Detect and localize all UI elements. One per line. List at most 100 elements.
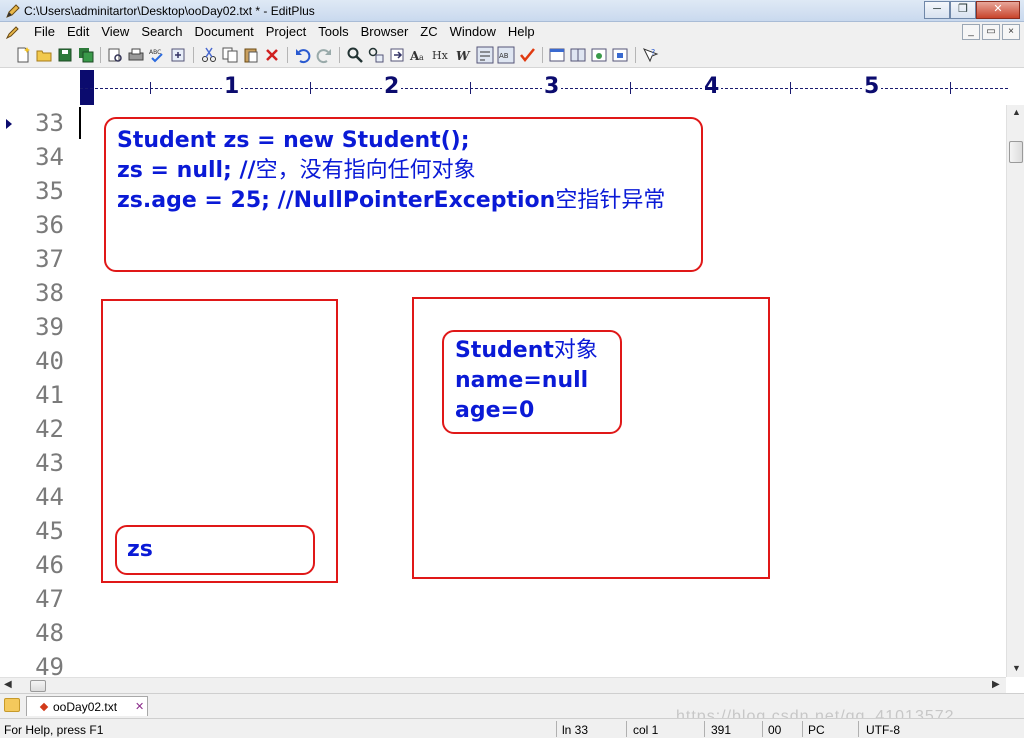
restore-button[interactable]: ❐ bbox=[950, 1, 976, 19]
open-folder-icon[interactable] bbox=[35, 46, 53, 64]
object-box: Student对象 name=null age=0 bbox=[442, 330, 622, 434]
scroll-down-icon[interactable]: ▼ bbox=[1012, 663, 1021, 673]
find-icon[interactable] bbox=[346, 46, 364, 64]
line-number: 46 bbox=[35, 551, 64, 579]
ruler-gutter bbox=[0, 70, 80, 105]
menu-file[interactable]: File bbox=[28, 24, 61, 40]
font-icon[interactable]: Aa bbox=[409, 46, 427, 64]
window-icon[interactable] bbox=[548, 46, 566, 64]
minimize-button[interactable]: ─ bbox=[924, 1, 950, 19]
ruler-number: 2 bbox=[382, 74, 402, 99]
spell-check-icon[interactable]: ABC bbox=[148, 46, 166, 64]
document-tab-label: ooDay02.txt bbox=[53, 700, 118, 714]
status-code: 00 bbox=[768, 723, 782, 737]
folder-icon[interactable] bbox=[4, 698, 20, 712]
document-pencil-icon[interactable] bbox=[5, 25, 20, 40]
horizontal-scrollbar[interactable]: ◀ ▶ bbox=[0, 677, 1006, 693]
menu-tools[interactable]: Tools bbox=[312, 24, 354, 40]
menu-view[interactable]: View bbox=[95, 24, 135, 40]
ruler-number: 4 bbox=[702, 74, 722, 99]
ruler-number: 1 bbox=[222, 74, 242, 99]
menu-search[interactable]: Search bbox=[135, 24, 188, 40]
horizontal-scroll-thumb[interactable] bbox=[30, 680, 46, 692]
status-bar: For Help, press F1 ln 33 col 1 391 00 PC… bbox=[0, 718, 1024, 738]
ruler: 1 2 3 4 5 bbox=[80, 70, 1008, 105]
scroll-up-icon[interactable]: ▲ bbox=[1012, 107, 1021, 117]
status-help: For Help, press F1 bbox=[4, 723, 104, 737]
new-file-icon[interactable] bbox=[14, 46, 32, 64]
menu-help[interactable]: Help bbox=[502, 24, 541, 40]
status-separator bbox=[802, 721, 803, 737]
document-restore-button[interactable]: ▭ bbox=[982, 24, 1000, 40]
line-number: 40 bbox=[35, 347, 64, 375]
ruler-tick bbox=[150, 82, 151, 94]
svg-text:a: a bbox=[419, 53, 424, 62]
close-button[interactable]: ✕ bbox=[976, 1, 1020, 19]
status-char-count: 391 bbox=[711, 723, 732, 737]
vertical-scrollbar[interactable]: ▲ ▼ bbox=[1006, 105, 1024, 677]
ruler-tick bbox=[630, 82, 631, 94]
fullscreen-icon[interactable] bbox=[611, 46, 629, 64]
replace-icon[interactable] bbox=[367, 46, 385, 64]
title-bar: C:\Users\adminitartor\Desktop\ooDay02.tx… bbox=[0, 0, 1024, 22]
object-label: 对象 bbox=[553, 338, 598, 363]
line-number: 41 bbox=[35, 381, 64, 409]
abc-icon[interactable] bbox=[169, 46, 187, 64]
ruler-tick bbox=[470, 82, 471, 94]
print-icon[interactable] bbox=[127, 46, 145, 64]
save-all-icon[interactable] bbox=[77, 46, 95, 64]
split-icon[interactable] bbox=[569, 46, 587, 64]
cut-icon[interactable] bbox=[200, 46, 218, 64]
line-number: 42 bbox=[35, 415, 64, 443]
ruler-icon[interactable]: AB bbox=[497, 46, 515, 64]
word-wrap-icon[interactable] bbox=[476, 46, 494, 64]
svg-text:ABC: ABC bbox=[149, 49, 161, 56]
hex-icon[interactable]: Hx bbox=[432, 46, 450, 64]
status-separator bbox=[858, 721, 859, 737]
status-separator bbox=[762, 721, 763, 737]
scroll-left-icon[interactable]: ◀ bbox=[4, 679, 12, 690]
goto-icon[interactable] bbox=[388, 46, 406, 64]
toolbar-separator bbox=[100, 47, 101, 63]
toolbar-separator bbox=[287, 47, 288, 63]
toolbar-separator bbox=[193, 47, 194, 63]
delete-icon[interactable] bbox=[263, 46, 281, 64]
document-minimize-button[interactable]: _ bbox=[962, 24, 980, 40]
menu-document[interactable]: Document bbox=[189, 24, 260, 40]
editor-area[interactable]: 33 34 35 36 37 38 39 40 41 42 43 44 45 4… bbox=[0, 105, 1006, 677]
save-icon[interactable] bbox=[56, 46, 74, 64]
paste-icon[interactable] bbox=[242, 46, 260, 64]
window-controls: ─ ❐ ✕ bbox=[924, 1, 1020, 19]
menu-window[interactable]: Window bbox=[444, 24, 502, 40]
vertical-scroll-thumb[interactable] bbox=[1009, 141, 1023, 163]
status-separator bbox=[556, 721, 557, 737]
print-preview-icon[interactable] bbox=[106, 46, 124, 64]
redo-icon[interactable] bbox=[315, 46, 333, 64]
line-number: 33 bbox=[35, 109, 64, 137]
code-line: Student zs = new Student(); bbox=[117, 126, 665, 156]
object-field: age=0 bbox=[455, 398, 535, 423]
toolbar-separator bbox=[635, 47, 636, 63]
line-number: 43 bbox=[35, 449, 64, 477]
document-window-controls: _ ▭ × bbox=[960, 24, 1020, 40]
svg-text:Hx: Hx bbox=[432, 49, 449, 62]
line-number: 36 bbox=[35, 211, 64, 239]
document-close-button[interactable]: × bbox=[1002, 24, 1020, 40]
browser-icon[interactable] bbox=[590, 46, 608, 64]
menu-zc[interactable]: ZC bbox=[414, 24, 443, 40]
ruler-tick bbox=[790, 82, 791, 94]
copy-icon[interactable] bbox=[221, 46, 239, 64]
check-icon[interactable] bbox=[518, 46, 536, 64]
undo-icon[interactable] bbox=[294, 46, 312, 64]
word-icon[interactable]: W bbox=[455, 46, 473, 64]
help-icon[interactable]: ? bbox=[641, 46, 659, 64]
menu-edit[interactable]: Edit bbox=[61, 24, 95, 40]
text-caret bbox=[79, 107, 81, 139]
scroll-right-icon[interactable]: ▶ bbox=[992, 679, 1000, 690]
tab-close-icon[interactable]: ✕ bbox=[135, 700, 144, 713]
menu-browser[interactable]: Browser bbox=[355, 24, 415, 40]
ruler-number: 3 bbox=[542, 74, 562, 99]
heap-box: Student对象 name=null age=0 bbox=[412, 297, 770, 579]
menu-project[interactable]: Project bbox=[260, 24, 312, 40]
document-tab[interactable]: ooDay02.txt ✕ bbox=[26, 696, 148, 716]
